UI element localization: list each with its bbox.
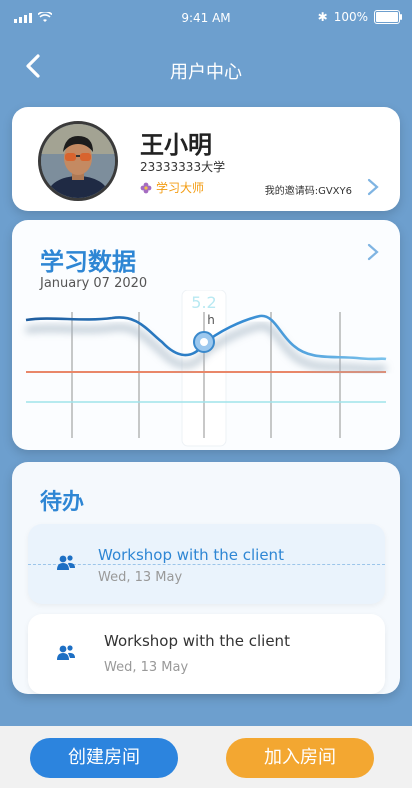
todo-card: 待办 Workshop with the client Wed, 13 May … (12, 462, 400, 694)
todo-item-title: Workshop with the client (98, 546, 284, 564)
study-title: 学习数据 (40, 248, 136, 276)
todo-item-divider (28, 564, 385, 565)
status-bar: 9:41 AM ✱ 100% (0, 0, 412, 36)
user-badge: 学习大师 (140, 179, 204, 196)
study-date: January 07 2020 (40, 276, 148, 291)
battery-text: 100% (333, 10, 368, 24)
todo-item-title: Workshop with the client (104, 632, 290, 650)
battery-icon (374, 10, 402, 24)
chevron-right-icon[interactable] (366, 242, 380, 262)
chart-point[interactable] (200, 338, 208, 346)
user-school: 23333333大学 (140, 160, 226, 174)
bluetooth-icon: ✱ (317, 10, 328, 24)
study-chart[interactable]: 5.2 h (12, 290, 400, 450)
page-title: 用户中心 (170, 62, 242, 83)
users-icon (57, 555, 75, 570)
todo-item[interactable]: Workshop with the client Wed, 13 May (28, 524, 385, 604)
profile-card[interactable]: 王小明 23333333大学 学习大师 我的邀请码:GVXY6 (12, 107, 400, 211)
chart-highlight-value: 5.2 (191, 293, 216, 312)
avatar[interactable] (38, 121, 118, 201)
todo-item-date: Wed, 13 May (104, 660, 189, 675)
avatar-image (41, 124, 115, 198)
status-right: ✱ 100% (317, 10, 402, 24)
badge-label: 学习大师 (156, 181, 205, 195)
header: 用户中心 (0, 40, 412, 96)
bottom-action-bar: 创建房间 加入房间 (0, 726, 412, 788)
user-name: 王小明 (140, 131, 212, 159)
join-room-button[interactable]: 加入房间 (226, 738, 374, 778)
todo-item-date: Wed, 13 May (98, 570, 183, 585)
chevron-right-icon[interactable] (366, 177, 380, 197)
todo-title: 待办 (40, 490, 85, 515)
chart-highlight-unit: h (207, 313, 215, 327)
flower-icon (140, 182, 152, 193)
create-room-button[interactable]: 创建房间 (30, 738, 178, 778)
invite-code[interactable]: 我的邀请码:GVXY6 (265, 182, 352, 197)
users-icon (57, 645, 75, 660)
todo-item[interactable]: Workshop with the client Wed, 13 May (28, 614, 385, 694)
study-data-card[interactable]: 学习数据 January 07 2020 5.2 h (12, 220, 400, 450)
